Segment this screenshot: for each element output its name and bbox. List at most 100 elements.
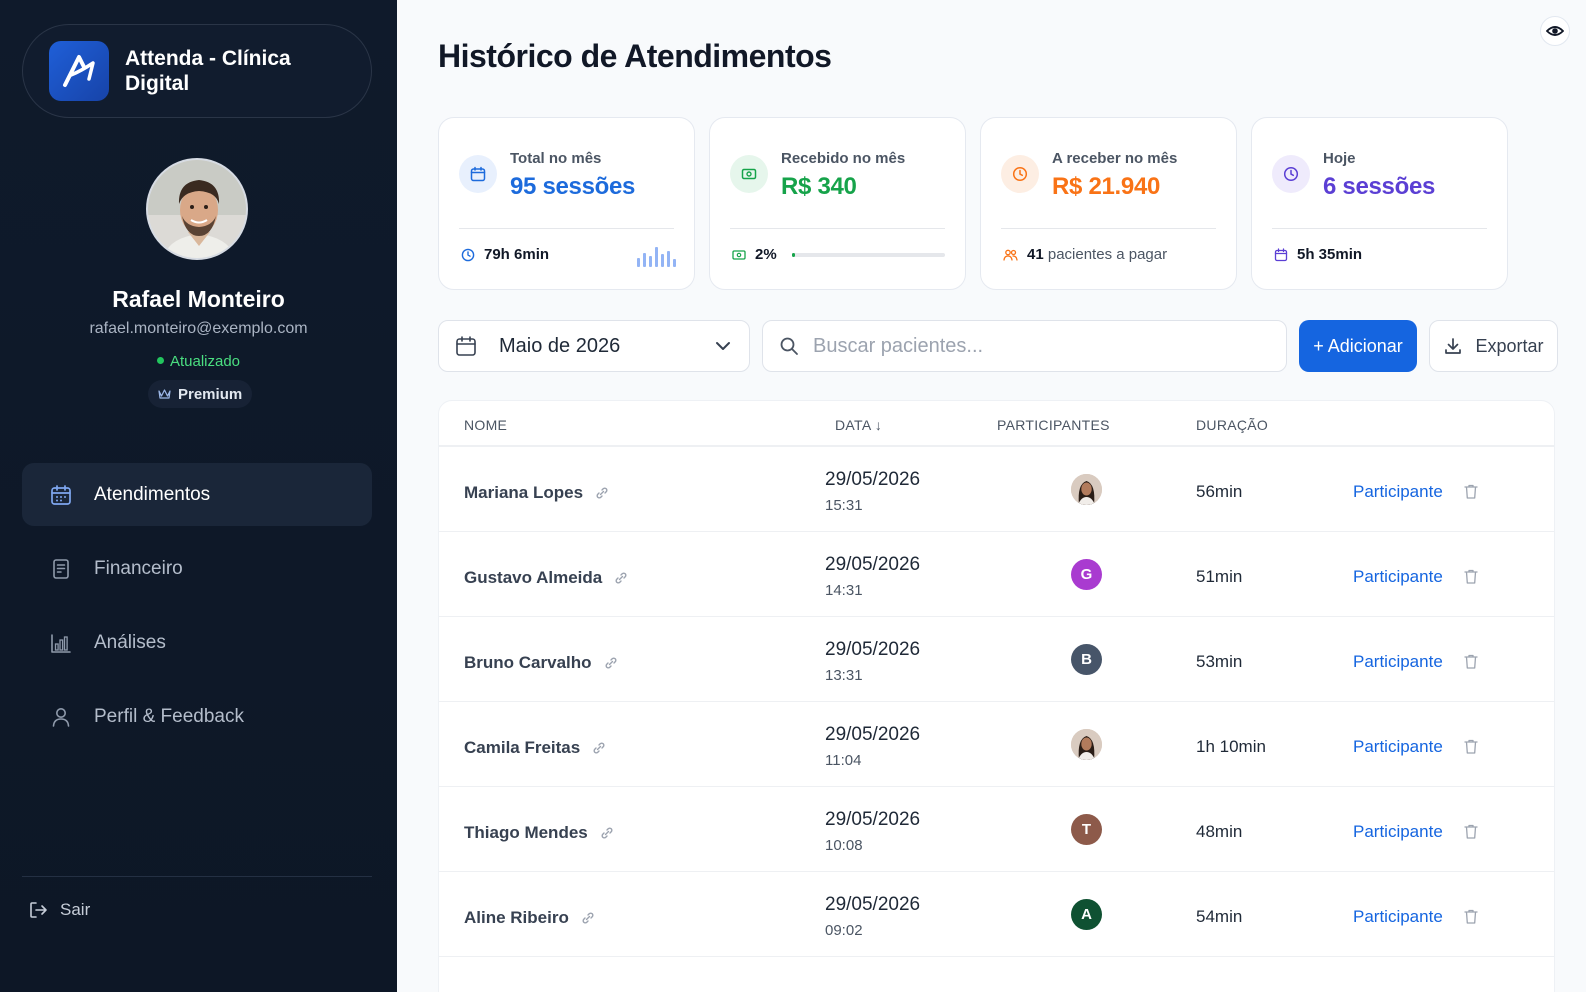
- stat-card-recebido: Recebido no mês R$ 340 2%: [709, 117, 966, 290]
- sidebar-item-financeiro[interactable]: Financeiro: [22, 537, 372, 600]
- user-name: Rafael Monteiro: [112, 286, 285, 312]
- delete-button[interactable]: [1463, 908, 1479, 930]
- patient-name: Camila Freitas: [464, 738, 581, 757]
- table-row[interactable]: Aline Ribeiro 29/05/2026 09:02 A 54min P…: [439, 872, 1554, 957]
- bar-chart-icon: [50, 632, 72, 654]
- trash-icon: [1464, 909, 1478, 924]
- document-icon: [50, 558, 72, 580]
- participant-initial: G: [1080, 566, 1093, 583]
- divider: [1272, 228, 1487, 229]
- link-icon[interactable]: [604, 656, 618, 670]
- nav-label: Atendimentos: [94, 483, 211, 505]
- trash-icon: [1464, 824, 1478, 839]
- sidebar-nav: Atendimentos Financeiro Análises Perfil …: [22, 463, 372, 759]
- participant-avatar[interactable]: T: [1071, 814, 1102, 845]
- search-input[interactable]: [813, 334, 1253, 358]
- user-avatar[interactable]: [146, 158, 248, 260]
- participant-link[interactable]: Participante: [1353, 737, 1443, 757]
- session-duration: 54min: [1196, 907, 1243, 926]
- patient-name-cell: Thiago Mendes: [464, 823, 614, 843]
- eye-icon: [1546, 26, 1564, 36]
- participant-avatar[interactable]: [1071, 729, 1102, 760]
- cash-icon: [732, 249, 746, 260]
- premium-label: Premium: [178, 385, 243, 403]
- participant-photo: [1071, 474, 1102, 505]
- delete-button[interactable]: [1463, 483, 1479, 505]
- delete-button[interactable]: [1463, 738, 1479, 760]
- participant-link[interactable]: Participante: [1353, 482, 1443, 502]
- page-title: Histórico de Atendimentos: [438, 38, 832, 74]
- table-row[interactable]: Mariana Lopes 29/05/2026 15:31 56min Par…: [439, 447, 1554, 532]
- link-icon[interactable]: [595, 486, 609, 500]
- table-row[interactable]: Thiago Mendes 29/05/2026 10:08 T 48min P…: [439, 787, 1554, 872]
- link-icon[interactable]: [581, 911, 595, 925]
- logout-icon: [30, 902, 47, 918]
- user-icon: [50, 706, 72, 728]
- brand-header[interactable]: Attenda - Clínica Digital: [22, 24, 372, 118]
- stat-footer-text: pacientes a pagar: [1047, 246, 1168, 263]
- progress-bar: [791, 252, 945, 257]
- session-time: 15:31: [825, 497, 863, 514]
- stat-footer-value: 41: [1027, 246, 1044, 263]
- column-header-duration[interactable]: DURAÇÃO: [1196, 417, 1268, 433]
- patient-name: Aline Ribeiro: [464, 908, 569, 927]
- status-label: Atualizado: [169, 353, 241, 370]
- session-duration: 48min: [1196, 822, 1243, 841]
- delete-button[interactable]: [1463, 823, 1479, 845]
- stat-card-total: Total no mês 95 sessões 79h 6min: [438, 117, 695, 290]
- participant-link[interactable]: Participante: [1353, 907, 1443, 927]
- participant-link[interactable]: Participante: [1353, 822, 1443, 842]
- stat-card-hoje: Hoje 6 sessões 5h 35min: [1251, 117, 1508, 290]
- search-box: [762, 320, 1287, 372]
- link-icon[interactable]: [592, 741, 606, 755]
- logout-label: Sair: [60, 900, 91, 919]
- session-date: 29/05/2026: [825, 809, 921, 830]
- app-logo-icon: [49, 41, 109, 101]
- delete-button[interactable]: [1463, 653, 1479, 675]
- table-row[interactable]: Camila Freitas 29/05/2026 11:04 1h 10min…: [439, 702, 1554, 787]
- divider: [459, 228, 674, 229]
- link-icon[interactable]: [614, 571, 628, 585]
- calendar-icon: [1274, 247, 1288, 261]
- clock-icon: [461, 248, 475, 261]
- participant-avatar[interactable]: G: [1071, 559, 1102, 590]
- column-header-participants[interactable]: PARTICIPANTES: [997, 417, 1110, 433]
- column-header-name[interactable]: NOME: [464, 417, 507, 433]
- session-time: 09:02: [825, 922, 863, 939]
- stat-label: Hoje: [1323, 150, 1356, 167]
- patient-name-cell: Mariana Lopes: [464, 483, 609, 503]
- sidebar-item-atendimentos[interactable]: Atendimentos: [22, 463, 372, 526]
- session-date: 29/05/2026: [825, 724, 921, 745]
- stat-value: 6 sessões: [1323, 173, 1436, 200]
- logout-button[interactable]: Sair: [28, 900, 90, 920]
- column-header-date[interactable]: DATA ↓: [835, 417, 882, 433]
- link-icon[interactable]: [600, 826, 614, 840]
- participant-link[interactable]: Participante: [1353, 652, 1443, 672]
- sidebar-item-analises[interactable]: Análises: [22, 611, 372, 674]
- stat-footer: 5h 35min: [1274, 246, 1487, 263]
- table-row[interactable]: Gustavo Almeida 29/05/2026 14:31 G 51min…: [439, 532, 1554, 617]
- calendar-icon: [459, 155, 497, 193]
- export-label: Exportar: [1475, 335, 1544, 356]
- stat-value: R$ 21.940: [1052, 173, 1161, 200]
- table-row[interactable]: Bruno Carvalho 29/05/2026 13:31 B 53min …: [439, 617, 1554, 702]
- sidebar-divider: [22, 876, 372, 877]
- stat-card-a-receber: A receber no mês R$ 21.940 41 pacientes …: [980, 117, 1237, 290]
- participant-link[interactable]: Participante: [1353, 567, 1443, 587]
- crown-icon: [158, 389, 171, 399]
- participant-initial: A: [1081, 906, 1092, 923]
- participant-avatar[interactable]: [1071, 474, 1102, 505]
- clock-icon: [1001, 155, 1039, 193]
- add-button[interactable]: + Adicionar: [1299, 320, 1417, 372]
- divider: [1001, 228, 1216, 229]
- session-time: 13:31: [825, 667, 863, 684]
- export-button[interactable]: Exportar: [1429, 320, 1558, 372]
- visibility-toggle-button[interactable]: [1540, 16, 1570, 46]
- participant-avatar[interactable]: A: [1071, 899, 1102, 930]
- participant-avatar[interactable]: B: [1071, 644, 1102, 675]
- patient-name: Mariana Lopes: [464, 483, 584, 502]
- sidebar-item-perfil[interactable]: Perfil & Feedback: [22, 685, 372, 748]
- trash-icon: [1464, 569, 1478, 584]
- delete-button[interactable]: [1463, 568, 1479, 590]
- month-select[interactable]: Maio de 2026: [438, 320, 750, 372]
